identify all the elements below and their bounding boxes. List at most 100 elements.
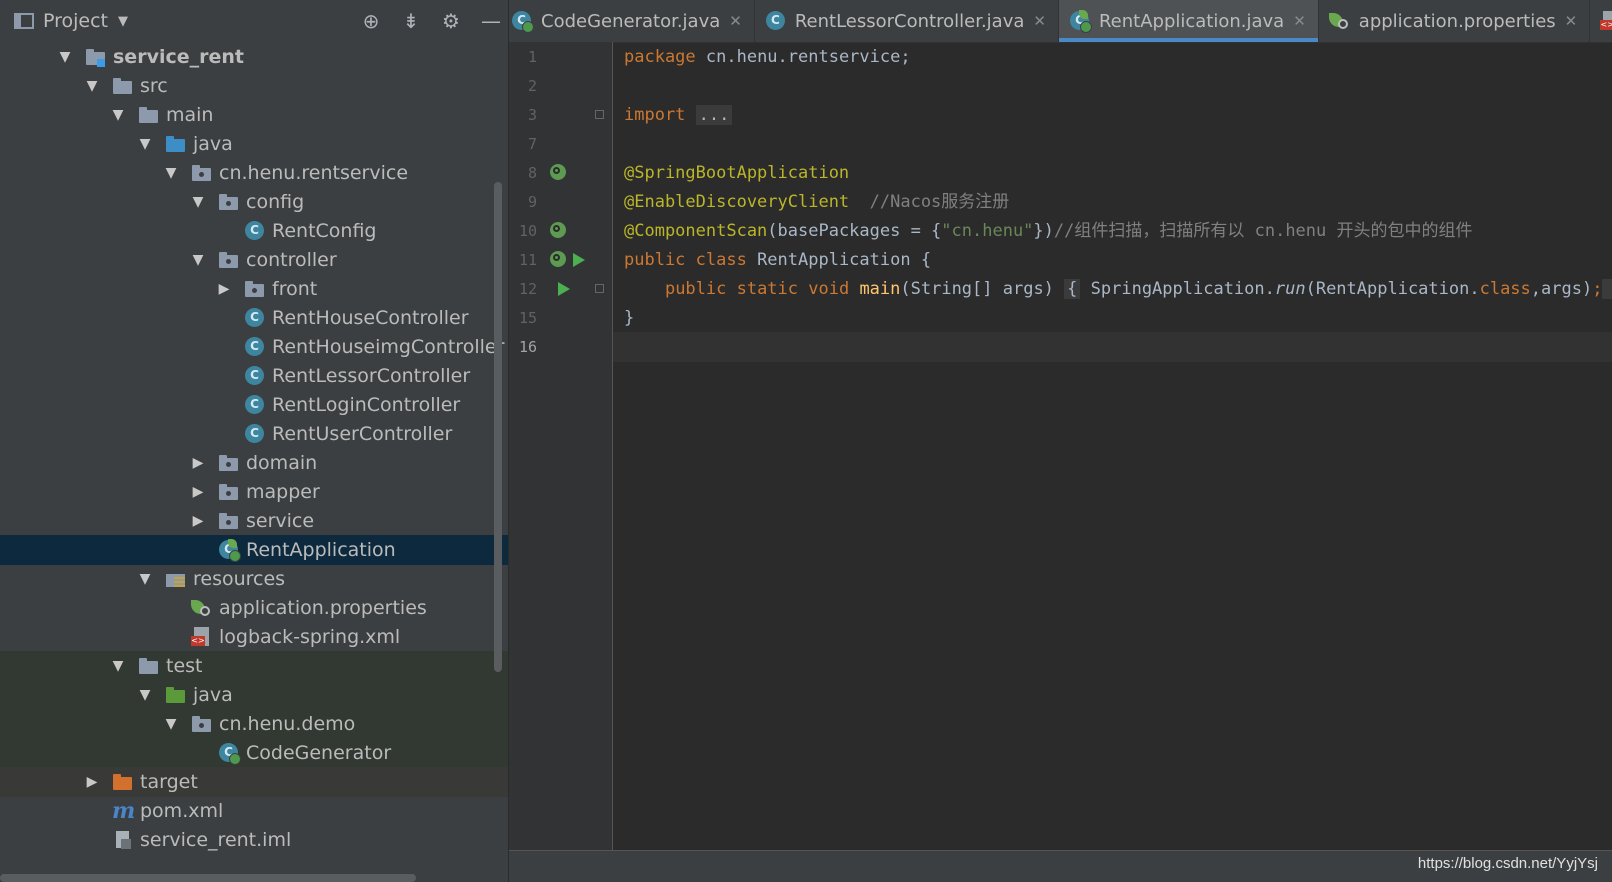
tree-item-rentlogincontroller[interactable]: RentLoginController bbox=[0, 390, 508, 420]
collapse-all-icon[interactable]: ⇟ bbox=[400, 9, 422, 33]
collapse-arrow-icon[interactable]: ▶ bbox=[190, 484, 206, 500]
folded-brace[interactable]: { bbox=[1064, 279, 1081, 299]
vertical-scrollbar[interactable] bbox=[494, 182, 502, 672]
expand-arrow-icon[interactable]: ▼ bbox=[110, 658, 126, 674]
tree-item-test[interactable]: ▼ test bbox=[0, 651, 508, 681]
code-area[interactable]: package cn.henu.rentservice; import ... … bbox=[613, 42, 1612, 850]
annotation: @ComponentScan bbox=[624, 221, 768, 241]
tree-item-codegenerator[interactable]: CodeGenerator bbox=[0, 738, 508, 768]
tab-rentapplication[interactable]: RentApplication.java ✕ bbox=[1058, 0, 1319, 42]
folded-imports[interactable]: ... bbox=[695, 105, 733, 125]
expand-arrow-icon[interactable]: ▼ bbox=[163, 716, 179, 732]
tree-item-src[interactable]: ▼ src bbox=[0, 71, 508, 101]
tree-item-label: RentConfig bbox=[272, 220, 377, 242]
spring-bean-gutter-icon[interactable] bbox=[550, 164, 568, 182]
xml-file-icon bbox=[1600, 11, 1612, 31]
hide-icon[interactable]: — bbox=[480, 9, 502, 33]
tab-rentlessorcontroller[interactable]: RentLessorController.java ✕ bbox=[755, 0, 1059, 42]
tree-item-test-java[interactable]: ▼ java bbox=[0, 680, 508, 710]
spring-boot-class-icon bbox=[218, 539, 241, 562]
code-text: } bbox=[624, 308, 635, 328]
run-icon[interactable] bbox=[573, 253, 585, 267]
tree-item-mapper[interactable]: ▶ mapper bbox=[0, 477, 508, 507]
tree-item-config[interactable]: ▼ config bbox=[0, 187, 508, 217]
tree-item-rentlessorcontroller[interactable]: RentLessorController bbox=[0, 361, 508, 391]
tree-item-rentusercontroller[interactable]: RentUserController bbox=[0, 419, 508, 449]
maven-file-icon: m bbox=[112, 798, 136, 824]
line-number: 15 bbox=[518, 309, 537, 327]
tree-item-service[interactable]: ▶ service bbox=[0, 506, 508, 536]
expand-arrow-icon[interactable]: ▼ bbox=[137, 571, 153, 587]
spring-bean-gutter-icon[interactable] bbox=[550, 251, 568, 269]
tree-item-java[interactable]: ▼ java bbox=[0, 129, 508, 159]
tree-item-resources[interactable]: ▼ resources bbox=[0, 564, 508, 594]
close-icon[interactable]: ✕ bbox=[1033, 12, 1046, 30]
expand-arrow-icon[interactable]: ▼ bbox=[190, 252, 206, 268]
horizontal-scrollbar[interactable] bbox=[0, 874, 416, 882]
fold-icon[interactable] bbox=[595, 110, 604, 119]
project-window-icon bbox=[14, 13, 34, 29]
close-icon[interactable]: ✕ bbox=[1293, 12, 1306, 30]
tree-item-main[interactable]: ▼ main bbox=[0, 100, 508, 130]
tree-item-application-properties[interactable]: application.properties bbox=[0, 593, 508, 623]
folded-brace[interactable]: } bbox=[1602, 279, 1612, 299]
line-number: 9 bbox=[527, 193, 537, 211]
run-icon[interactable] bbox=[558, 282, 570, 296]
tree-item-service-rent-iml[interactable]: service_rent.iml bbox=[0, 825, 508, 855]
tab-logback[interactable]: log bbox=[1590, 0, 1612, 42]
class-icon bbox=[244, 337, 266, 357]
tree-item-front[interactable]: ▶ front bbox=[0, 274, 508, 304]
tree-item-renthousecontroller[interactable]: RentHouseController bbox=[0, 303, 508, 333]
line-number: 10 bbox=[518, 222, 537, 240]
tree-item-pom-xml[interactable]: m pom.xml bbox=[0, 796, 508, 826]
chevron-down-icon[interactable]: ▼ bbox=[118, 14, 128, 29]
code-line: import ... bbox=[613, 100, 1612, 130]
project-view-selector[interactable]: Project bbox=[43, 10, 108, 32]
tree-item-domain[interactable]: ▶ domain bbox=[0, 448, 508, 478]
collapse-arrow-icon[interactable]: ▶ bbox=[216, 281, 232, 297]
tree-item-controller[interactable]: ▼ controller bbox=[0, 245, 508, 275]
tab-codegenerator[interactable]: CodeGenerator.java ✕ bbox=[509, 0, 755, 42]
tree-item-cn-henu-rentservice[interactable]: ▼ cn.henu.rentservice bbox=[0, 158, 508, 188]
tab-label: RentApplication.java bbox=[1098, 10, 1285, 32]
tab-application-properties[interactable]: application.properties ✕ bbox=[1319, 0, 1591, 42]
tree-item-service-rent[interactable]: ▼ service_rent bbox=[0, 42, 508, 72]
close-icon[interactable]: ✕ bbox=[1565, 12, 1578, 30]
code-line: public class RentApplication { bbox=[613, 245, 1612, 275]
expand-arrow-icon[interactable]: ▼ bbox=[137, 136, 153, 152]
expand-arrow-icon[interactable]: ▼ bbox=[190, 194, 206, 210]
code-line: @ComponentScan(basePackages = {"cn.henu"… bbox=[613, 216, 1612, 246]
spring-bean-gutter-icon[interactable] bbox=[550, 222, 568, 240]
close-icon[interactable]: ✕ bbox=[729, 12, 742, 30]
package-icon bbox=[218, 192, 240, 212]
semicolon: ; bbox=[1592, 279, 1603, 299]
tree-item-renthouseimgcontroller[interactable]: RentHouseimgController bbox=[0, 332, 508, 362]
tree-item-rentapplication[interactable]: RentApplication bbox=[0, 535, 508, 565]
tree-item-label: test bbox=[166, 655, 203, 677]
tree-item-label: cn.henu.rentservice bbox=[219, 162, 409, 184]
locate-icon[interactable]: ⊕ bbox=[360, 9, 382, 33]
tree-item-target[interactable]: ▶ target bbox=[0, 767, 508, 797]
folder-icon bbox=[138, 105, 160, 125]
expand-arrow-icon[interactable]: ▼ bbox=[137, 687, 153, 703]
tree-item-label: src bbox=[140, 75, 168, 97]
expand-arrow-icon[interactable]: ▼ bbox=[57, 49, 73, 65]
package-icon bbox=[218, 482, 240, 502]
collapse-arrow-icon[interactable]: ▶ bbox=[190, 513, 206, 529]
fold-icon[interactable] bbox=[595, 284, 604, 293]
comment: //Nacos服务注册 bbox=[849, 192, 1010, 212]
expand-arrow-icon[interactable]: ▼ bbox=[163, 165, 179, 181]
expand-arrow-icon[interactable]: ▼ bbox=[84, 78, 100, 94]
editor-gutter[interactable]: 1 2 3 7 8 9 10 11 12 15 16 bbox=[509, 42, 613, 850]
tree-item-cn-henu-demo[interactable]: ▼ cn.henu.demo bbox=[0, 709, 508, 739]
gear-icon[interactable]: ⚙ bbox=[440, 9, 462, 33]
collapse-arrow-icon[interactable]: ▶ bbox=[84, 774, 100, 790]
tree-item-label: java bbox=[193, 133, 233, 155]
collapse-arrow-icon[interactable]: ▶ bbox=[190, 455, 206, 471]
tree-item-label: pom.xml bbox=[140, 800, 224, 822]
expand-arrow-icon[interactable]: ▼ bbox=[110, 107, 126, 123]
tree-item-label: RentHouseController bbox=[272, 307, 469, 329]
tree-item-logback-spring-xml[interactable]: logback-spring.xml bbox=[0, 622, 508, 652]
tree-item-rentconfig[interactable]: RentConfig bbox=[0, 216, 508, 246]
